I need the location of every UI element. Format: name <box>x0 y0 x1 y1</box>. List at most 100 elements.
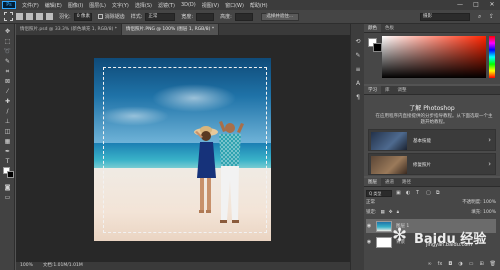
screen-mode-icon[interactable]: ▭ <box>3 194 12 202</box>
menu-select[interactable]: 选择(S) <box>135 2 152 9</box>
background-color-swatch[interactable] <box>7 171 14 178</box>
tab-color[interactable]: 颜色 <box>364 24 381 32</box>
quick-select-icon[interactable]: ✎ <box>3 58 12 66</box>
new-selection-button[interactable] <box>16 13 23 20</box>
marquee-icon[interactable]: ⬚ <box>3 38 12 46</box>
type-icon[interactable]: T <box>3 158 12 166</box>
history-icon[interactable]: ⟲ <box>354 38 362 46</box>
new-layer-icon[interactable]: ⊞ <box>479 261 483 269</box>
layers-bottom-bar: ∞ fx ◘ ◑ ▭ ⊞ 🗑︎ <box>366 261 496 269</box>
paragraph-icon[interactable]: ¶ <box>354 94 362 102</box>
menu-type[interactable]: 文字(Y) <box>112 2 129 9</box>
search-icon[interactable]: ⌕ <box>478 13 486 21</box>
antialias-checkbox[interactable] <box>97 14 103 19</box>
new-group-icon[interactable]: ▭ <box>469 261 474 269</box>
eye-icon[interactable]: ◉ <box>366 239 372 245</box>
adjustment-filter-icon[interactable]: ◐ <box>406 190 412 196</box>
document-tabs: 情侣照片.psd @ 33.3% (新色填充 1, RGB/8) * 情侣照片.… <box>16 24 350 35</box>
healing-brush-icon[interactable]: ✚ <box>3 98 12 106</box>
color-picker-field[interactable] <box>382 36 486 78</box>
tab-adjustments[interactable]: 调整 <box>394 86 411 94</box>
add-selection-button[interactable] <box>26 13 33 20</box>
lasso-icon[interactable]: ➰ <box>3 48 12 56</box>
menu-3d[interactable]: 3D(D) <box>181 2 196 9</box>
type-filter-icon[interactable]: T <box>416 190 422 196</box>
hue-slider[interactable] <box>489 36 495 78</box>
trash-icon[interactable]: 🗑︎ <box>490 261 496 269</box>
lock-label: 锁定: <box>366 210 377 215</box>
tab-libraries[interactable]: 库 <box>381 86 394 94</box>
options-bar: 羽化: 0 像素 消除锯齿 样式: 正常 宽度: 高度: 选择并遮住... 摄影… <box>0 10 500 24</box>
layer-kind-select[interactable]: Q 类型 <box>366 189 392 197</box>
tab-layers[interactable]: 图层 <box>364 178 381 186</box>
intersect-selection-button[interactable] <box>46 13 53 20</box>
properties-icon[interactable]: ≡ <box>354 66 362 74</box>
menu-items: 文件(F) 编辑(E) 图像(I) 图层(L) 文字(Y) 选择(S) 滤镜(T… <box>22 2 268 9</box>
shape-filter-icon[interactable]: ▢ <box>426 190 432 196</box>
frame-icon[interactable]: ⊠ <box>3 78 12 86</box>
learn-panel: 学习 库 调整 了解 Photoshop 在应用程序内直接提供的分步指导教程。从… <box>364 86 500 176</box>
brush-settings-icon[interactable]: ✎ <box>354 52 362 60</box>
new-adjustment-icon[interactable]: ◑ <box>458 261 462 269</box>
menu-layer[interactable]: 图层(L) <box>89 2 106 9</box>
gradient-icon[interactable]: ▦ <box>3 138 12 146</box>
style-select[interactable]: 正常 <box>145 12 176 21</box>
learn-title: 了解 Photoshop <box>409 105 455 112</box>
smart-object-filter-icon[interactable]: ⧉ <box>436 190 442 196</box>
menu-file[interactable]: 文件(F) <box>22 2 39 9</box>
workspace-select[interactable]: 摄影 <box>420 13 470 21</box>
move-tool-icon[interactable]: ✥ <box>3 28 12 36</box>
crop-icon[interactable]: ⌗ <box>3 68 12 76</box>
menu-image[interactable]: 图像(I) <box>68 2 83 9</box>
fill-field[interactable]: 填充: 100% <box>471 209 496 217</box>
opacity-field[interactable]: 不透明度: 100% <box>462 199 496 207</box>
menu-edit[interactable]: 编辑(E) <box>45 2 62 9</box>
baidu-watermark: ✻ Baidu 经验 jingyan.baidu.com <box>392 226 492 249</box>
height-input[interactable] <box>234 12 253 21</box>
tab-learn[interactable]: 学习 <box>364 86 381 94</box>
learn-card-basic-skills[interactable]: 基本技能 › <box>368 129 496 151</box>
menu-help[interactable]: 帮助(H) <box>250 2 268 9</box>
width-input[interactable] <box>196 12 215 21</box>
learn-card-fix-photo[interactable]: 修复照片 › <box>368 153 496 175</box>
marquee-tool-icon[interactable] <box>4 12 13 21</box>
layers-mode-row: 正常 不透明度: 100% <box>366 199 496 207</box>
tab-channels[interactable]: 通道 <box>381 178 398 186</box>
menu-bar: Ps 文件(F) 编辑(E) 图像(I) 图层(L) 文字(Y) 选择(S) 滤… <box>0 0 500 10</box>
photoshop-logo: Ps <box>2 1 16 9</box>
quick-mask-icon[interactable]: ◙ <box>3 184 12 192</box>
tab-psd[interactable]: 情侣照片.psd @ 33.3% (新色填充 1, RGB/8) * <box>16 24 122 35</box>
tab-swatches[interactable]: 色板 <box>381 24 398 32</box>
link-icon[interactable]: ∞ <box>427 261 431 269</box>
select-and-mask-button[interactable]: 选择并遮住... <box>260 12 299 21</box>
pixel-filter-icon[interactable]: ▣ <box>396 190 402 196</box>
feather-input[interactable]: 0 像素 <box>73 12 92 21</box>
width-label: 宽度: <box>181 14 194 20</box>
lock-position-icon[interactable]: ✥ <box>389 209 393 217</box>
character-icon[interactable]: A <box>354 80 362 88</box>
tab-png[interactable]: 情侣照片.PNG @ 100% (图层 1, RGB/8) * <box>122 24 220 35</box>
mask-icon[interactable]: ◘ <box>448 261 452 269</box>
lock-pixels-icon[interactable]: ▦ <box>381 209 385 217</box>
eye-icon[interactable]: ◉ <box>366 223 372 229</box>
fx-icon[interactable]: fx <box>438 261 443 269</box>
panel-background-swatch[interactable] <box>373 43 382 52</box>
minimize-button[interactable]: — <box>452 0 468 10</box>
eraser-icon[interactable]: ◫ <box>3 128 12 136</box>
menu-window[interactable]: 窗口(W) <box>225 2 244 9</box>
tab-paths[interactable]: 路径 <box>398 178 415 186</box>
marquee-selection[interactable] <box>103 67 267 233</box>
close-button[interactable]: ✕ <box>484 0 500 10</box>
menu-view[interactable]: 视图(V) <box>202 2 219 9</box>
menu-filter[interactable]: 滤镜(T) <box>158 2 175 9</box>
share-icon[interactable]: ⇪ <box>489 13 497 21</box>
brush-icon[interactable]: ∕ <box>3 108 12 116</box>
zoom-level[interactable]: 100% <box>20 262 33 270</box>
clone-stamp-icon[interactable]: ⊥ <box>3 118 12 126</box>
pen-icon[interactable]: ✒ <box>3 148 12 156</box>
lock-all-icon[interactable]: 🔒︎ <box>397 209 399 217</box>
maximize-button[interactable]: □ <box>468 0 484 10</box>
eyedropper-icon[interactable]: ⁄ <box>3 88 12 96</box>
blend-mode-select[interactable]: 正常 <box>366 199 375 207</box>
subtract-selection-button[interactable] <box>36 13 43 20</box>
